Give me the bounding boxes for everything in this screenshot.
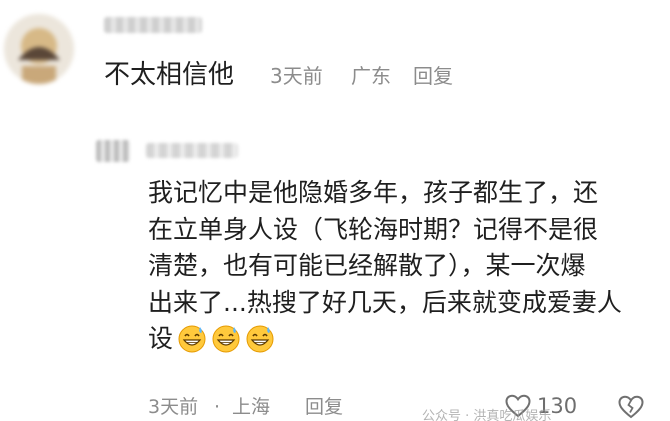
- reply-location: 上海: [232, 396, 271, 418]
- commenter-username-blurred: [104, 17, 202, 33]
- reply-username-blurred: [146, 143, 238, 158]
- watermark-text: 公众号 · 洪真吃瓜娱乐: [422, 409, 552, 421]
- meta-separator: ·: [214, 396, 221, 418]
- reply-button[interactable]: 回复: [413, 62, 453, 90]
- reply-text-last-line: 设: [148, 321, 663, 358]
- reply-text: 我记忆中是他隐婚多年，孩子都生了，还 在立单身人设（飞轮海时期？记得不是很 清楚…: [148, 175, 663, 358]
- grinning-sweat-emoji-icon: [212, 325, 240, 353]
- comment-time: 3天前: [270, 64, 323, 88]
- comment-text: 不太相信他: [104, 60, 235, 90]
- reply-text-line: 出来了...热搜了好几天，后来就变成爱妻人: [148, 287, 622, 317]
- comment-thread: 不太相信他 3天前 广东 回复 我记忆中是他隐婚多年，孩子都生了，还 在立单身人…: [0, 0, 670, 421]
- reply-text-line: 在立单身人设（飞轮海时期？记得不是很: [148, 214, 599, 244]
- reply-text-line: 清楚，也有可能已经解散了），某一次爆: [148, 251, 586, 280]
- broken-heart-outline-icon[interactable]: [618, 394, 644, 420]
- commenter-avatar[interactable]: [4, 14, 74, 84]
- grinning-sweat-emoji-icon: [246, 325, 274, 353]
- grinning-sweat-emoji-icon: [178, 325, 206, 353]
- comment-location: 广东: [351, 64, 391, 88]
- reply-text-line: 我记忆中是他隐婚多年，孩子都生了，还: [148, 178, 599, 207]
- reply-text-line: 设: [148, 324, 174, 353]
- reply-time: 3天前: [148, 396, 199, 418]
- reply-avatar[interactable]: [96, 140, 130, 162]
- reply-reply-button[interactable]: 回复: [305, 394, 343, 420]
